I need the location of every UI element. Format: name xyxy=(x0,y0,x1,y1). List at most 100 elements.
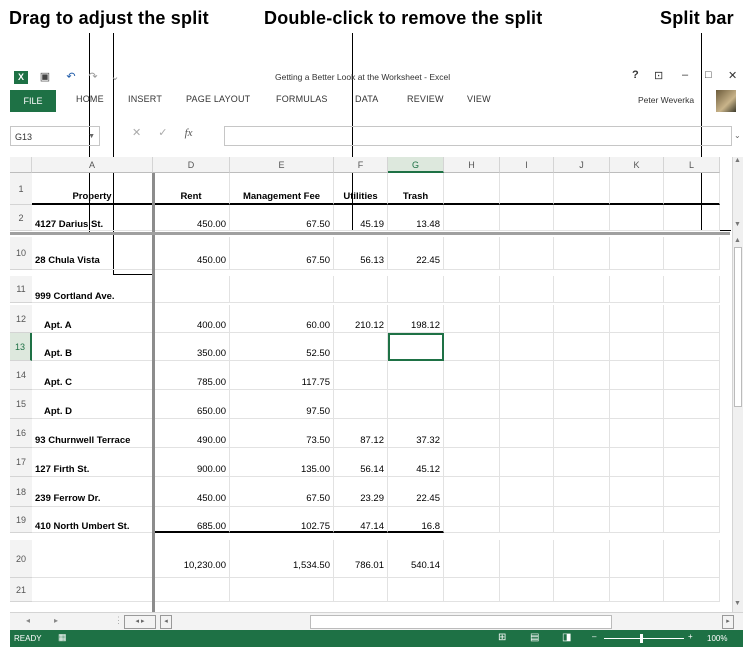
cell-k17[interactable] xyxy=(610,448,664,477)
name-box[interactable]: G13 ▼ xyxy=(10,126,100,146)
cell-e11[interactable] xyxy=(230,276,334,303)
cell-j18[interactable] xyxy=(554,477,610,507)
cell-j11[interactable] xyxy=(554,276,610,303)
cell-a20[interactable] xyxy=(32,540,153,578)
hscroll-right-icon[interactable]: ▸ xyxy=(722,615,734,629)
row-header-17[interactable]: 17 xyxy=(10,448,32,477)
cell-f19[interactable]: 47.14 xyxy=(334,507,388,533)
cell-f12[interactable]: 210.12 xyxy=(334,305,388,333)
cell-d19[interactable]: 685.00 xyxy=(153,507,230,533)
cell-f18[interactable]: 23.29 xyxy=(334,477,388,507)
cell-j10[interactable] xyxy=(554,237,610,270)
cell-a19[interactable]: 410 North Umbert St. xyxy=(32,507,153,533)
cell-k20[interactable] xyxy=(610,540,664,578)
column-header-a[interactable]: A xyxy=(32,157,153,173)
cell-j12[interactable] xyxy=(554,305,610,333)
cell-k18[interactable] xyxy=(610,477,664,507)
cell-k11[interactable] xyxy=(610,276,664,303)
tab-split-handle-icon[interactable]: ⋮ xyxy=(114,615,123,626)
cell-g19[interactable]: 16.8 xyxy=(388,507,444,533)
cell-g14[interactable] xyxy=(388,361,444,390)
cell-k1[interactable] xyxy=(610,173,664,205)
cell-a10[interactable]: 28 Chula Vista xyxy=(32,237,153,270)
cell-k21[interactable] xyxy=(610,578,664,602)
page-break-view-icon[interactable]: ◨ xyxy=(562,632,571,643)
cell-g17[interactable]: 45.12 xyxy=(388,448,444,477)
cell-d11[interactable] xyxy=(153,276,230,303)
cell-f15[interactable] xyxy=(334,390,388,419)
cancel-icon[interactable]: ✕ xyxy=(132,127,141,139)
maximize-button[interactable]: □ xyxy=(705,69,712,81)
cell-a12[interactable]: Apt. A xyxy=(32,305,153,333)
cell-h2[interactable] xyxy=(444,205,500,231)
zoom-slider-track[interactable] xyxy=(604,638,684,639)
cell-h11[interactable] xyxy=(444,276,500,303)
cell-i10[interactable] xyxy=(500,237,554,270)
cell-f17[interactable]: 56.14 xyxy=(334,448,388,477)
cell-g18[interactable]: 22.45 xyxy=(388,477,444,507)
row-header-10[interactable]: 10 xyxy=(10,237,32,270)
cell-a18[interactable]: 239 Ferrow Dr. xyxy=(32,477,153,507)
cell-e21[interactable] xyxy=(230,578,334,602)
tab-review[interactable]: REVIEW xyxy=(407,94,444,104)
cell-f11[interactable] xyxy=(334,276,388,303)
scroll-down-icon[interactable]: ▼ xyxy=(734,221,741,228)
cell-k12[interactable] xyxy=(610,305,664,333)
cell-j15[interactable] xyxy=(554,390,610,419)
zoom-level[interactable]: 100% xyxy=(707,634,727,643)
row-header-14[interactable]: 14 xyxy=(10,361,32,390)
cell-g2[interactable]: 13.48 xyxy=(388,205,444,231)
cell-l10[interactable] xyxy=(664,237,720,270)
cell-e1[interactable]: Management Fee xyxy=(230,173,334,205)
cell-i12[interactable] xyxy=(500,305,554,333)
row-header-15[interactable]: 15 xyxy=(10,390,32,419)
cell-l13[interactable] xyxy=(664,333,720,361)
cell-h18[interactable] xyxy=(444,477,500,507)
row-header-21[interactable]: 21 xyxy=(10,578,32,602)
sheet-scroll-right-icon[interactable]: ▸ xyxy=(54,616,58,625)
column-header-f[interactable]: F xyxy=(334,157,388,173)
cell-d15[interactable]: 650.00 xyxy=(153,390,230,419)
row-header-11[interactable]: 11 xyxy=(10,276,32,303)
cell-g21[interactable] xyxy=(388,578,444,602)
cell-d1[interactable]: Rent xyxy=(153,173,230,205)
cell-h20[interactable] xyxy=(444,540,500,578)
cell-h14[interactable] xyxy=(444,361,500,390)
formula-input[interactable] xyxy=(224,126,732,146)
customize-qat-icon[interactable]: ⌄ xyxy=(108,70,122,84)
cell-l14[interactable] xyxy=(664,361,720,390)
sheet-nav-icon[interactable]: ◂ ▸ xyxy=(124,615,156,629)
cell-e17[interactable]: 135.00 xyxy=(230,448,334,477)
avatar[interactable] xyxy=(716,90,736,112)
cell-d16[interactable]: 490.00 xyxy=(153,419,230,448)
scroll-up-lower-icon[interactable]: ▲ xyxy=(734,237,741,244)
cell-k19[interactable] xyxy=(610,507,664,533)
cell-d21[interactable] xyxy=(153,578,230,602)
cell-g11[interactable] xyxy=(388,276,444,303)
cell-e18[interactable]: 67.50 xyxy=(230,477,334,507)
cell-g15[interactable] xyxy=(388,390,444,419)
minimize-button[interactable]: – xyxy=(682,69,688,81)
cell-a17[interactable]: 127 Firth St. xyxy=(32,448,153,477)
vertical-scrollbar[interactable]: ▲ ▼ ▲ ▼ xyxy=(732,157,743,612)
cell-d20[interactable]: 10,230.00 xyxy=(153,540,230,578)
cell-i16[interactable] xyxy=(500,419,554,448)
cell-h1[interactable] xyxy=(444,173,500,205)
column-header-h[interactable]: H xyxy=(444,157,500,173)
cell-j19[interactable] xyxy=(554,507,610,533)
cell-k15[interactable] xyxy=(610,390,664,419)
select-all-corner[interactable] xyxy=(10,157,32,173)
cell-l12[interactable] xyxy=(664,305,720,333)
tab-home[interactable]: HOME xyxy=(76,94,104,104)
redo-icon[interactable]: ↷ xyxy=(86,70,100,84)
cell-e14[interactable]: 117.75 xyxy=(230,361,334,390)
cell-a11[interactable]: 999 Cortland Ave. xyxy=(32,276,153,303)
undo-icon[interactable]: ↶ xyxy=(64,70,78,84)
macro-record-icon[interactable]: ▦ xyxy=(58,632,67,643)
cell-l11[interactable] xyxy=(664,276,720,303)
cell-i18[interactable] xyxy=(500,477,554,507)
ribbon-display-options-icon[interactable]: ⊡ xyxy=(654,69,663,82)
cell-j14[interactable] xyxy=(554,361,610,390)
cell-f16[interactable]: 87.12 xyxy=(334,419,388,448)
cell-g20[interactable]: 540.14 xyxy=(388,540,444,578)
